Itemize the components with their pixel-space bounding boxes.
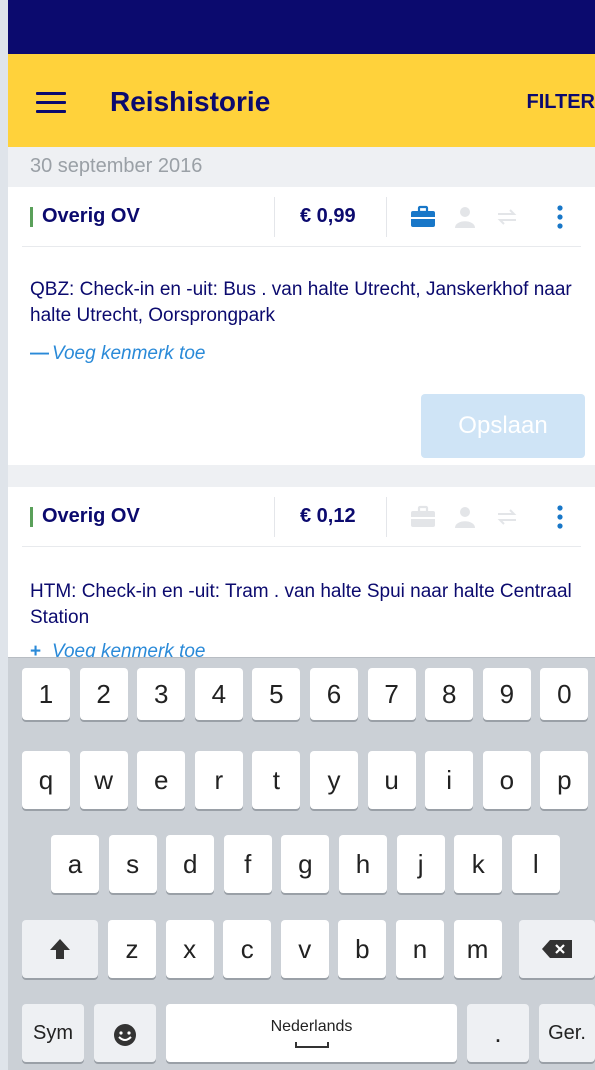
number-key-6[interactable]: 6 <box>310 668 358 720</box>
person-icon[interactable] <box>452 205 478 229</box>
letter-key-y[interactable]: y <box>310 751 358 809</box>
trip-price: € 0,12 <box>300 505 356 527</box>
letter-key-i[interactable]: i <box>425 751 474 809</box>
letter-key-n[interactable]: n <box>396 920 444 978</box>
letter-key-u[interactable]: u <box>367 751 416 809</box>
more-vert-icon[interactable] <box>552 505 568 529</box>
letter-key-v[interactable]: v <box>280 920 329 978</box>
category-marker <box>30 507 33 527</box>
divider <box>274 197 275 237</box>
letter-key-s[interactable]: s <box>108 835 157 893</box>
letter-key-w[interactable]: w <box>79 751 128 809</box>
swap-icon[interactable] <box>494 205 520 229</box>
symbols-key[interactable]: Sym <box>22 1004 84 1062</box>
space-key[interactable]: Nederlands <box>166 1004 457 1062</box>
briefcase-icon[interactable] <box>410 505 436 529</box>
trip-card-header: Overig OV € 0,12 <box>22 487 581 547</box>
add-attribute-link[interactable]: — Voeg kenmerk toe <box>30 343 206 365</box>
status-bar <box>8 0 595 54</box>
shift-key[interactable] <box>22 920 98 978</box>
period-key[interactable]: . <box>467 1004 529 1062</box>
shift-icon <box>50 939 70 959</box>
date-header: 30 september 2016 <box>8 147 595 187</box>
letter-key-l[interactable]: l <box>511 835 560 893</box>
letter-key-e[interactable]: e <box>137 751 186 809</box>
trip-price: € 0,99 <box>300 205 356 227</box>
space-bar-icon <box>294 1042 329 1048</box>
minus-icon: — <box>30 343 49 364</box>
letter-key-j[interactable]: j <box>396 835 445 893</box>
add-attribute-label: Voeg kenmerk toe <box>52 343 206 364</box>
letter-key-z[interactable]: z <box>108 920 156 978</box>
save-button[interactable]: Opslaan <box>421 394 585 458</box>
letter-key-h[interactable]: h <box>339 835 387 893</box>
letter-key-t[interactable]: t <box>252 751 301 809</box>
divider <box>386 497 387 537</box>
letter-key-k[interactable]: k <box>454 835 503 893</box>
divider <box>386 197 387 237</box>
letter-key-p[interactable]: p <box>540 751 589 809</box>
enter-key[interactable]: Ger. <box>539 1004 595 1062</box>
trip-card: Overig OV € 0,12 HTM: Check-in en -uit: … <box>8 487 595 662</box>
number-key-2[interactable]: 2 <box>79 668 128 720</box>
number-key-1[interactable]: 1 <box>22 668 70 720</box>
number-key-4[interactable]: 4 <box>194 668 243 720</box>
letter-key-r[interactable]: r <box>194 751 243 809</box>
number-key-8[interactable]: 8 <box>425 668 474 720</box>
number-key-5[interactable]: 5 <box>252 668 301 720</box>
backspace-key[interactable] <box>519 920 595 978</box>
filter-button[interactable]: FILTER <box>526 91 595 114</box>
trip-category[interactable]: Overig OV <box>42 205 140 228</box>
letter-key-a[interactable]: a <box>51 835 99 893</box>
emoji-icon <box>114 1024 136 1046</box>
trip-category[interactable]: Overig OV <box>42 505 140 528</box>
phone-screen: Reishistorie FILTER 30 september 2016 Ov… <box>8 0 595 1070</box>
category-marker <box>30 207 33 227</box>
letter-key-o[interactable]: o <box>482 751 531 809</box>
letter-key-x[interactable]: x <box>165 920 214 978</box>
hamburger-menu-icon[interactable] <box>36 92 66 114</box>
swap-icon[interactable] <box>494 505 520 529</box>
letter-key-c[interactable]: c <box>223 920 272 978</box>
number-key-0[interactable]: 0 <box>540 668 589 720</box>
letter-key-m[interactable]: m <box>453 920 502 978</box>
trip-description: HTM: Check-in en -uit: Tram . van halte … <box>30 581 572 628</box>
page-title: Reishistorie <box>110 86 271 117</box>
trip-description: QBZ: Check-in en -uit: Bus . van halte U… <box>30 279 572 326</box>
number-key-9[interactable]: 9 <box>482 668 531 720</box>
letter-key-q[interactable]: q <box>22 751 70 809</box>
letter-key-g[interactable]: g <box>281 835 330 893</box>
emoji-voice-key[interactable] <box>94 1004 156 1062</box>
person-icon[interactable] <box>452 505 478 529</box>
trip-card: Overig OV € 0,99 QBZ: Check-in en -uit: … <box>8 187 595 465</box>
on-screen-keyboard: 1234567890 qwertyuiop asdfghjkl zxcvbnm Sym… <box>8 657 595 1070</box>
briefcase-icon[interactable] <box>410 205 436 229</box>
letter-key-f[interactable]: f <box>223 835 272 893</box>
divider <box>274 497 275 537</box>
number-key-3[interactable]: 3 <box>137 668 186 720</box>
app-bar: Reishistorie FILTER <box>8 54 595 147</box>
more-vert-icon[interactable] <box>552 205 568 229</box>
letter-key-b[interactable]: b <box>338 920 387 978</box>
language-label: Nederlands <box>270 1018 353 1035</box>
letter-key-d[interactable]: d <box>166 835 215 893</box>
number-key-7[interactable]: 7 <box>367 668 416 720</box>
backspace-icon <box>542 940 572 958</box>
trip-card-header: Overig OV € 0,99 <box>22 187 581 247</box>
